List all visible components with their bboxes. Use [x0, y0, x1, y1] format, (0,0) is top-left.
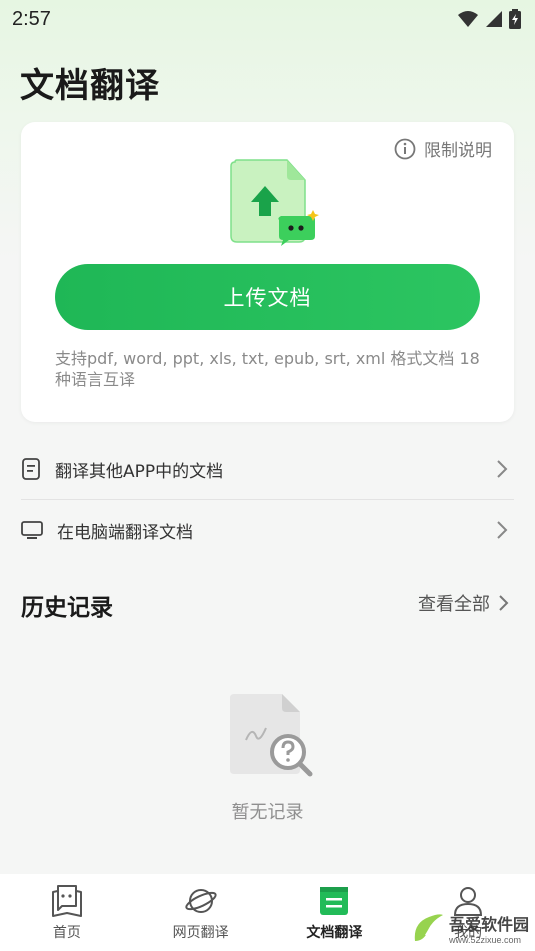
upload-document-button[interactable]: 上传文档	[55, 264, 480, 330]
planet-icon	[184, 889, 217, 913]
chevron-right-icon	[499, 595, 509, 611]
status-bar: 2:57	[0, 0, 535, 38]
chevron-right-icon	[497, 521, 508, 539]
system-icons	[457, 9, 521, 29]
history-title: 历史记录	[21, 595, 113, 621]
upload-document-illustration	[230, 159, 319, 246]
chat-book-icon	[51, 885, 82, 917]
translate-from-other-app-label: 翻译其他APP中的文档	[55, 461, 224, 482]
view-all-link[interactable]: 查看全部	[418, 590, 509, 616]
wifi-icon	[458, 11, 478, 27]
translate-on-pc-label: 在电脑端翻译文档	[57, 522, 193, 543]
doc-translate-icon	[320, 887, 349, 915]
empty-records-illustration	[230, 694, 313, 777]
nav-doc-translate[interactable]: 文档翻译	[268, 874, 402, 951]
status-time: 2:57	[12, 7, 51, 30]
chevron-right-icon	[497, 460, 508, 478]
translate-on-pc-row[interactable]: 在电脑端翻译文档	[21, 500, 514, 560]
battery-icon	[509, 9, 521, 29]
upload-card: 限制说明 上传文档 支持pdf, word, ppt, xls, txt, ep…	[21, 122, 514, 422]
empty-records-text: 暂无记录	[231, 802, 304, 823]
view-all-label: 查看全部	[418, 594, 490, 615]
page-title: 文档翻译	[20, 66, 160, 106]
watermark-url: www.52zixue.com	[448, 935, 522, 945]
nav-web-translate-label: 网页翻译	[172, 925, 229, 941]
translate-from-other-app-row[interactable]: 翻译其他APP中的文档	[21, 439, 514, 499]
signal-icon	[486, 11, 502, 27]
nav-home-label: 首页	[52, 925, 81, 941]
watermark-logo-icon	[414, 914, 443, 943]
document-icon	[22, 458, 40, 480]
limit-info-label: 限制说明	[424, 141, 492, 161]
info-icon	[394, 138, 416, 159]
monitor-icon	[21, 521, 43, 539]
nav-doc-translate-label: 文档翻译	[306, 925, 363, 941]
nav-home[interactable]: 首页	[0, 874, 134, 951]
supported-formats-text: 支持pdf, word, ppt, xls, txt, epub, srt, x…	[55, 349, 480, 389]
watermark: 吾爱软件园 www.52zixue.com	[411, 911, 529, 945]
watermark-title: 吾爱软件园	[448, 915, 529, 934]
nav-web-translate[interactable]: 网页翻译	[134, 874, 268, 951]
limit-info-link[interactable]: 限制说明	[394, 136, 492, 161]
